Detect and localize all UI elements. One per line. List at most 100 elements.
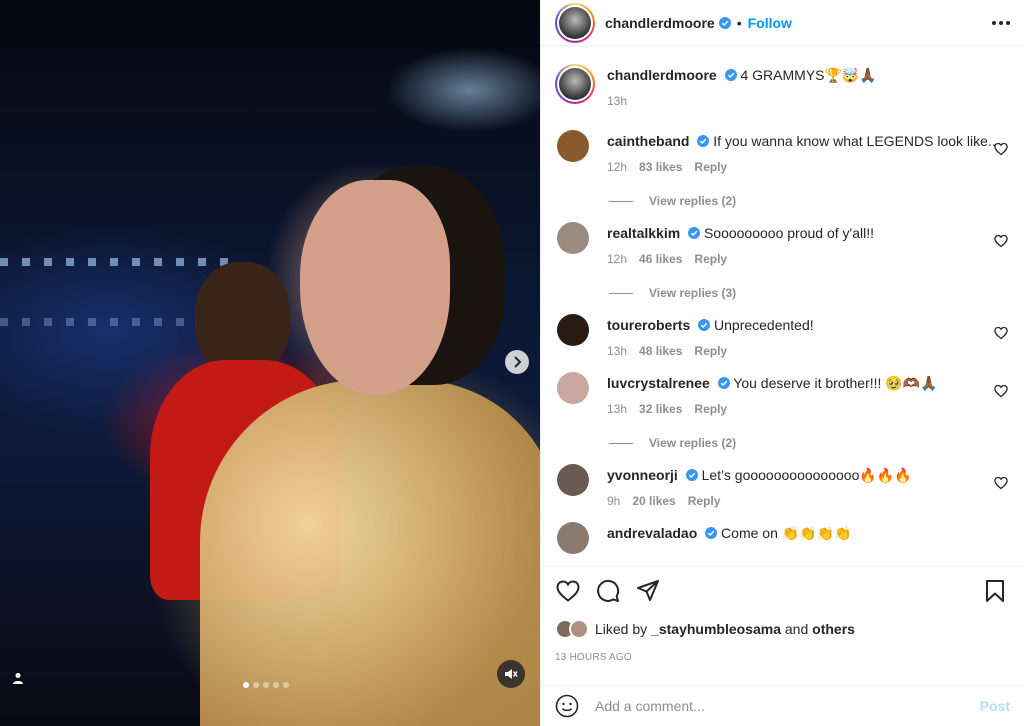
carousel-dot	[263, 682, 269, 688]
verified-icon	[685, 469, 698, 481]
comment-thread: caintheband If you wanna know what LEGEN…	[555, 116, 1010, 554]
verified-icon	[698, 319, 711, 331]
verified-icon	[724, 69, 737, 81]
emoji-icon[interactable]	[555, 694, 579, 718]
comment-item: realtalkkim Sooooooooo proud of y'all!! …	[555, 208, 1010, 300]
commenter-avatar[interactable]	[557, 222, 589, 254]
reply-button[interactable]: Reply	[694, 252, 727, 266]
commenter-avatar[interactable]	[557, 464, 589, 496]
share-icon	[637, 580, 659, 601]
comment-likes[interactable]: 20 likes	[632, 494, 675, 508]
comment-text: Sooooooooo proud of y'all!!	[703, 225, 874, 241]
replies-dash	[609, 442, 633, 444]
view-replies-label: View replies (2)	[649, 194, 737, 208]
liked-by-and: and	[784, 621, 809, 637]
view-replies-label: View replies (2)	[649, 436, 737, 450]
liked-by-others[interactable]: others	[812, 621, 855, 637]
view-replies-button[interactable]: View replies (2)	[609, 194, 1010, 208]
carousel-dots	[243, 682, 289, 688]
comment-likes[interactable]: 48 likes	[639, 344, 682, 358]
heart-icon[interactable]	[994, 142, 1008, 156]
commenter-username[interactable]: andrevaladao	[607, 525, 697, 541]
comments-list[interactable]: chandlerdmoore 4 GRAMMYS🏆🤯🙏🏾 13h cainthe…	[541, 52, 1024, 567]
comment-time[interactable]: 12h	[607, 252, 627, 266]
verified-icon	[718, 16, 731, 29]
carousel-dot	[283, 682, 289, 688]
separator: •	[736, 14, 742, 31]
carousel-dot	[253, 682, 259, 688]
comment-text: Unprecedented!	[714, 317, 814, 333]
comment-time[interactable]: 13h	[607, 402, 627, 416]
post-header: chandlerdmoore • Follow	[541, 0, 1024, 46]
user-tag-icon	[13, 673, 23, 684]
commenter-avatar[interactable]	[557, 372, 589, 404]
post-timestamp[interactable]: 13 HOURS AGO	[555, 652, 1010, 663]
comment-time[interactable]: 13h	[607, 344, 627, 358]
commenter-username[interactable]: luvcrystalrenee	[607, 375, 710, 391]
caption: chandlerdmoore 4 GRAMMYS🏆🤯🙏🏾 13h	[555, 52, 1010, 116]
user-tag-button[interactable]	[10, 670, 26, 686]
comment-item: luvcrystalrenee You deserve it brother!!…	[555, 358, 1010, 450]
caption-username[interactable]: chandlerdmoore	[607, 67, 717, 83]
reply-button[interactable]: Reply	[694, 402, 727, 416]
reply-button[interactable]: Reply	[688, 494, 721, 508]
heart-icon[interactable]	[994, 234, 1008, 248]
author-avatar[interactable]	[555, 2, 595, 43]
heart-icon[interactable]	[994, 326, 1008, 340]
mute-button[interactable]	[497, 660, 525, 688]
commenter-username[interactable]: caintheband	[607, 133, 689, 149]
heart-icon	[556, 580, 580, 602]
comment-button[interactable]	[595, 578, 621, 604]
liker-avatars[interactable]	[555, 619, 589, 639]
reply-button[interactable]: Reply	[694, 160, 727, 174]
commenter-avatar[interactable]	[557, 522, 589, 554]
post-comment-button[interactable]: Post	[980, 698, 1010, 714]
commenter-username[interactable]: yvonneorji	[607, 467, 678, 483]
comment-time[interactable]: 9h	[607, 494, 620, 508]
follow-button[interactable]: Follow	[748, 15, 792, 31]
carousel-dot	[243, 682, 249, 688]
more-options-button[interactable]	[992, 15, 1010, 31]
view-replies-button[interactable]: View replies (3)	[609, 286, 1010, 300]
comment-text: Let’s gooooooooooooooo🔥🔥🔥	[701, 467, 912, 483]
commenter-username[interactable]: toureroberts	[607, 317, 690, 333]
commenter-username[interactable]: realtalkkim	[607, 225, 680, 241]
more-icon	[992, 20, 996, 25]
comment-text: If you wanna know what LEGENDS look like…	[713, 133, 996, 149]
verified-icon	[688, 227, 701, 239]
heart-icon[interactable]	[994, 384, 1008, 398]
next-slide-button[interactable]	[505, 350, 529, 374]
comment-likes[interactable]: 32 likes	[639, 402, 682, 416]
post-details-panel: chandlerdmoore • Follow chandlerdmoore 4…	[540, 0, 1024, 726]
comment-likes[interactable]: 83 likes	[639, 160, 682, 174]
verified-icon	[705, 527, 718, 539]
stage-lights	[0, 258, 240, 266]
commenter-avatar[interactable]	[557, 314, 589, 346]
reply-button[interactable]: Reply	[694, 344, 727, 358]
bookmark-icon	[986, 580, 1004, 602]
comment-time[interactable]: 12h	[607, 160, 627, 174]
comment-input[interactable]	[595, 698, 980, 714]
save-button[interactable]	[982, 578, 1008, 604]
heart-icon[interactable]	[994, 476, 1008, 490]
caption-time[interactable]: 13h	[607, 94, 627, 108]
comment-item: yvonneorji Let’s gooooooooooooooo🔥🔥🔥 9h …	[555, 450, 1010, 508]
comment-icon	[597, 579, 620, 602]
gold-dress	[200, 380, 540, 726]
view-replies-label: View replies (3)	[649, 286, 737, 300]
liked-by-user[interactable]: _stayhumbleosama	[651, 621, 781, 637]
comment-item: caintheband If you wanna know what LEGEN…	[555, 116, 1010, 208]
view-replies-button[interactable]: View replies (2)	[609, 436, 1010, 450]
post-media[interactable]	[0, 0, 540, 726]
liked-by-prefix: Liked by	[595, 621, 648, 637]
mute-icon	[505, 669, 518, 679]
replies-dash	[609, 292, 633, 294]
commenter-avatar[interactable]	[557, 130, 589, 162]
share-button[interactable]	[635, 578, 661, 604]
post-actions: Liked by _stayhumbleosama and others 13 …	[541, 566, 1024, 663]
comment-likes[interactable]: 46 likes	[639, 252, 682, 266]
like-button[interactable]	[555, 578, 581, 604]
caption-avatar[interactable]	[555, 64, 595, 104]
person-woman-face	[300, 180, 450, 395]
author-username[interactable]: chandlerdmoore	[605, 15, 715, 31]
